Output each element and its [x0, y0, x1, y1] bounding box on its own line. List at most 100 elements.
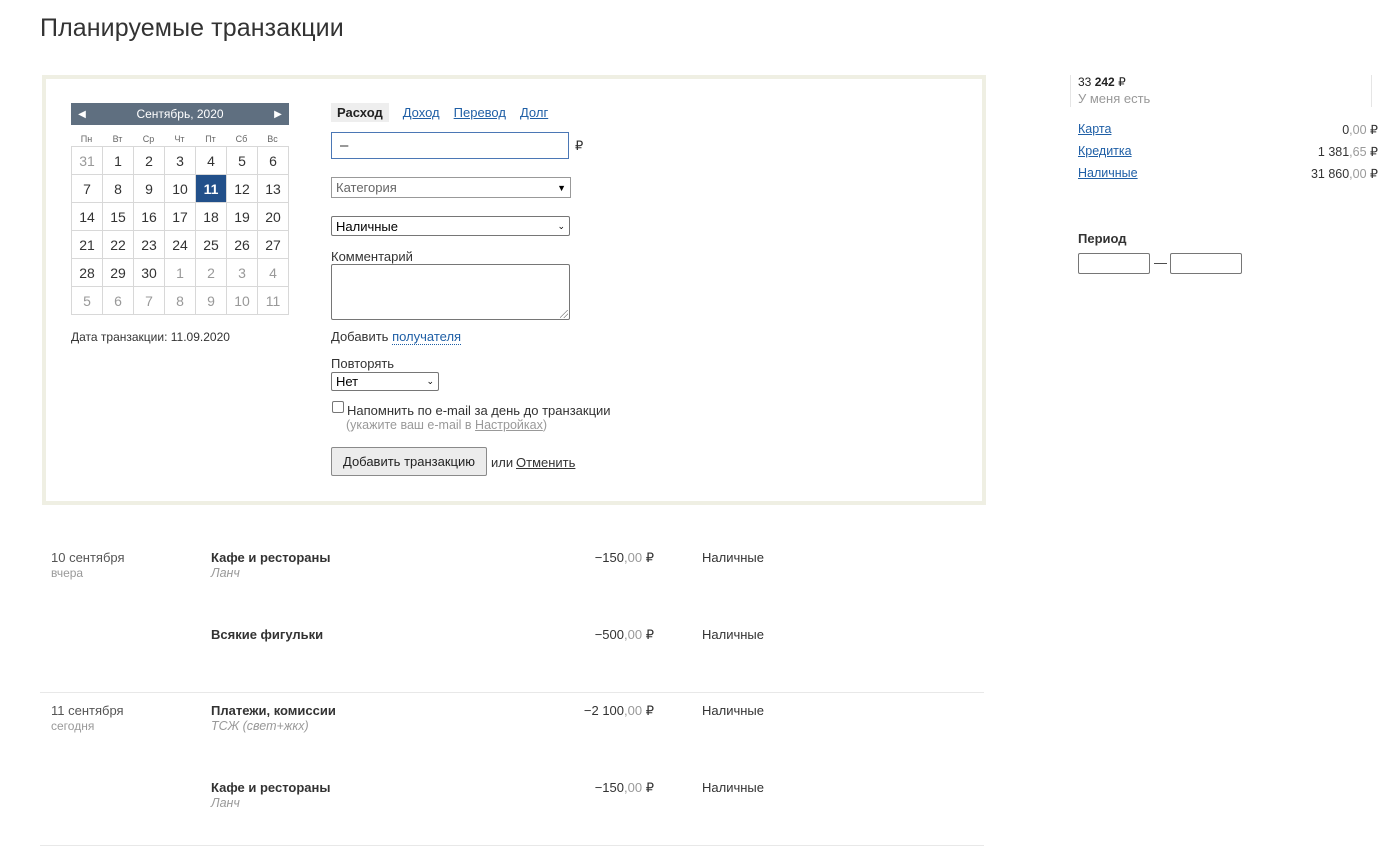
calendar: ◀ Сентябрь, 2020 ▶ Пн Вт Ср Чт Пт Сб Вс … [71, 103, 289, 315]
amount-input[interactable]: – [331, 132, 569, 159]
account-row: Наличные 31 860,00 ₽ [1078, 166, 1378, 181]
balance-bold: 242 [1094, 75, 1115, 89]
calendar-day-selected[interactable]: 11 [196, 175, 227, 203]
calendar-day[interactable]: 29 [103, 259, 134, 287]
calendar-day[interactable]: 1 [165, 259, 196, 287]
calendar-day[interactable]: 19 [227, 203, 258, 231]
calendar-day[interactable]: 2 [196, 259, 227, 287]
cancel-link[interactable]: Отменить [516, 455, 575, 470]
calendar-day[interactable]: 25 [196, 231, 227, 259]
hint-prefix: (укажите ваш e-mail в [346, 418, 476, 432]
or-label: или [491, 455, 514, 470]
calendar-weekdays: Пн Вт Ср Чт Пт Сб Вс [71, 134, 289, 146]
day-divider [40, 845, 984, 846]
tab-transfer[interactable]: Перевод [454, 105, 506, 120]
transaction-date: 11 сентября [51, 703, 124, 718]
transaction-amount: −2 100,00 ₽ [583, 703, 654, 718]
settings-link[interactable]: Настройках [475, 418, 543, 432]
tab-income[interactable]: Доход [403, 105, 440, 120]
period-label: Период [1078, 231, 1127, 246]
add-transaction-button[interactable]: Добавить транзакцию [331, 447, 487, 476]
calendar-day[interactable]: 3 [165, 147, 196, 175]
calendar-day[interactable]: 9 [134, 175, 165, 203]
calendar-day[interactable]: 4 [258, 259, 289, 287]
transaction-category: Кафе и рестораны [211, 550, 331, 565]
calendar-day[interactable]: 16 [134, 203, 165, 231]
add-recipient-link[interactable]: получателя [392, 329, 462, 345]
calendar-day[interactable]: 2 [134, 147, 165, 175]
next-month-icon[interactable]: ▶ [267, 109, 289, 120]
calendar-day[interactable]: 23 [134, 231, 165, 259]
period-from-input[interactable] [1078, 253, 1150, 274]
comment-label: Комментарий [331, 249, 413, 264]
calendar-day[interactable]: 13 [258, 175, 289, 203]
calendar-grid: 31 1 2 3 4 5 6 7 8 9 10 11 12 13 14 15 16 17 18 19 20 21 22 23 2… [71, 146, 289, 315]
calendar-day[interactable]: 5 [72, 287, 103, 315]
account-amount: 1 381,65 ₽ [1317, 145, 1378, 159]
tab-expense[interactable]: Расход [331, 103, 389, 122]
calendar-day[interactable]: 8 [165, 287, 196, 315]
weekday-label: Сб [235, 134, 248, 144]
transaction-account: Наличные [702, 703, 764, 718]
add-recipient-row: Добавить получателя [331, 329, 462, 345]
calendar-day[interactable]: 20 [258, 203, 289, 231]
transaction-relative-date: сегодня [51, 719, 95, 733]
calendar-day[interactable]: 15 [103, 203, 134, 231]
account-value: Наличные [336, 218, 398, 234]
prev-month-icon[interactable]: ◀ [71, 109, 93, 120]
calendar-day[interactable]: 7 [72, 175, 103, 203]
calendar-day[interactable]: 24 [165, 231, 196, 259]
calendar-day[interactable]: 18 [196, 203, 227, 231]
comment-textarea[interactable] [331, 264, 570, 320]
resize-grip-icon[interactable] [560, 310, 568, 318]
calendar-day[interactable]: 17 [165, 203, 196, 231]
calendar-day[interactable]: 28 [72, 259, 103, 287]
calendar-day[interactable]: 4 [196, 147, 227, 175]
calendar-day[interactable]: 9 [196, 287, 227, 315]
transaction-comment: Ланч [211, 796, 240, 810]
calendar-day[interactable]: 30 [134, 259, 165, 287]
account-link-card[interactable]: Карта [1078, 122, 1111, 136]
weekday-label: Пт [205, 134, 216, 144]
hint-suffix: ) [542, 418, 548, 432]
transaction-account: Наличные [702, 550, 764, 565]
calendar-day[interactable]: 5 [227, 147, 258, 175]
calendar-day[interactable]: 10 [165, 175, 196, 203]
transaction-amount: −150,00 ₽ [594, 780, 654, 795]
account-link-credit[interactable]: Кредитка [1078, 144, 1132, 158]
calendar-day[interactable]: 27 [258, 231, 289, 259]
calendar-day[interactable]: 22 [103, 231, 134, 259]
transaction-amount: −150,00 ₽ [594, 550, 654, 565]
transaction-amount: −500,00 ₽ [594, 627, 654, 642]
account-select[interactable]: Наличные ⌄ [331, 216, 570, 236]
category-placeholder: Категория [336, 180, 397, 195]
calendar-day[interactable]: 7 [134, 287, 165, 315]
balance-box: 33 242 ₽ У меня есть [1070, 75, 1372, 107]
weekday-label: Ср [142, 134, 155, 144]
repeat-select[interactable]: Нет ⌄ [331, 372, 439, 391]
calendar-day[interactable]: 14 [72, 203, 103, 231]
category-select[interactable]: Категория ▼ [331, 177, 571, 198]
remind-checkbox[interactable] [332, 401, 344, 413]
account-row: Карта 0,00 ₽ [1078, 122, 1378, 137]
calendar-day[interactable]: 10 [227, 287, 258, 315]
calendar-day[interactable]: 26 [227, 231, 258, 259]
add-transaction-panel: ◀ Сентябрь, 2020 ▶ Пн Вт Ср Чт Пт Сб Вс … [42, 75, 986, 505]
calendar-day[interactable]: 6 [103, 287, 134, 315]
calendar-day[interactable]: 1 [103, 147, 134, 175]
day-divider [40, 692, 984, 693]
transaction-category: Всякие фигульки [211, 627, 324, 642]
account-link-cash[interactable]: Наличные [1078, 166, 1138, 180]
calendar-day[interactable]: 11 [258, 287, 289, 315]
period-to-input[interactable] [1170, 253, 1242, 274]
calendar-day[interactable]: 3 [227, 259, 258, 287]
calendar-day[interactable]: 31 [72, 147, 103, 175]
calendar-day[interactable]: 6 [258, 147, 289, 175]
tab-debt[interactable]: Долг [520, 105, 548, 120]
calendar-day[interactable]: 8 [103, 175, 134, 203]
calendar-day[interactable]: 21 [72, 231, 103, 259]
chevron-down-icon: ⌄ [557, 220, 565, 231]
transaction-category: Кафе и рестораны [211, 780, 331, 795]
calendar-day[interactable]: 12 [227, 175, 258, 203]
balance-int: 33 [1078, 75, 1092, 89]
